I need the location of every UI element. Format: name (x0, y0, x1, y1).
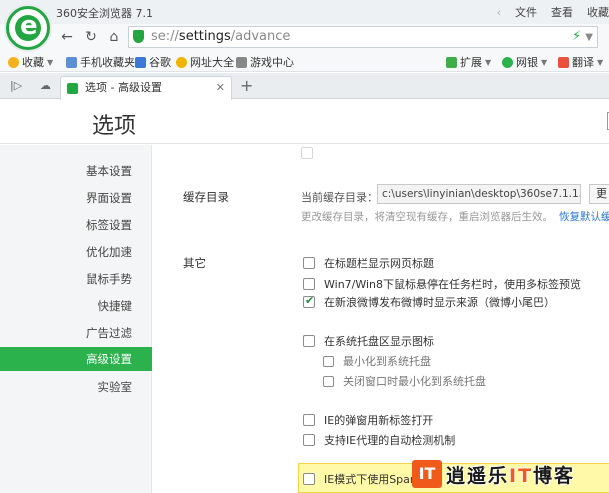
secure-shield-icon (133, 30, 144, 43)
address-bar[interactable]: se://settings/advance ⚡ ▼ (128, 26, 598, 48)
url-text: se://settings/advance (151, 29, 291, 44)
bank-shield-icon (502, 56, 513, 68)
settings-tab-favicon-icon (67, 83, 78, 94)
checkbox[interactable] (303, 473, 315, 485)
checkbox[interactable] (303, 414, 315, 426)
other-section-label: 其它 (183, 256, 206, 270)
option-ie-proxy-autodetect[interactable]: 支持IE代理的自动检测机制 (303, 432, 455, 448)
sidebar-item-advanced[interactable]: 高级设置 (0, 347, 152, 371)
blog-watermark: IT 逍遥乐IT博客 (412, 457, 575, 491)
checkbox[interactable] (303, 335, 315, 347)
speed-mode-icon[interactable]: ⚡ ▼ (572, 27, 593, 48)
settings-sidebar: 基本设置 界面设置 标签设置 优化加速 鼠标手势 快捷键 广告过滤 高级设置 实… (0, 145, 152, 493)
online-banking-button[interactable]: 网银 ▼ (502, 54, 547, 70)
web-directory-icon (176, 56, 187, 68)
option-show-page-title[interactable]: 在标题栏显示网页标题 (303, 255, 434, 271)
tab-strip: |▷ ☁ 选项 - 高级设置 ✕ + (0, 73, 609, 100)
extensions-button[interactable]: 扩展 ▼ (446, 54, 491, 70)
navigation-bar: ← ↻ ⌂ se://settings/advance ⚡ ▼ (0, 24, 609, 50)
option-weibo-source[interactable]: 在新浪微博发布微博时显示来源（微博小尾巴） (303, 294, 555, 310)
settings-header: 选项 (0, 100, 609, 144)
sidebar-item-basic[interactable]: 基本设置 (0, 159, 152, 183)
sidebar-item-ad-filter[interactable]: 广告过滤 (0, 321, 152, 345)
top-menu: ‹ 文件 查看 收藏 (483, 0, 609, 24)
address-dropdown-icon[interactable]: ▼ (585, 32, 593, 43)
scrolled-option-partial (301, 147, 322, 159)
sidebar-item-acceleration[interactable]: 优化加速 (0, 240, 152, 264)
option-minimize-to-tray[interactable]: 最小化到系统托盘 (323, 353, 431, 369)
sidebar-item-interface[interactable]: 界面设置 (0, 186, 152, 210)
back-arrow-icon[interactable]: ← (56, 26, 78, 48)
checkbox[interactable] (303, 257, 315, 269)
tab-close-icon[interactable]: ✕ (216, 77, 225, 99)
sidebar-item-lab[interactable]: 实验室 (0, 375, 152, 399)
option-tray-icon[interactable]: 在系统托盘区显示图标 (303, 333, 434, 349)
browser-logo-icon (6, 6, 50, 50)
checkbox-checked[interactable] (303, 294, 315, 308)
title-bar: 360安全浏览器 7.1 ‹ 文件 查看 收藏 (0, 0, 609, 24)
settings-content: 缓存目录 当前缓存目录： c:\users\linyinian\desktop\… (153, 145, 609, 493)
menu-view[interactable]: 查看 (551, 4, 573, 20)
bookmark-web-directory[interactable]: 网址大全 (176, 54, 234, 70)
option-close-to-tray[interactable]: 关闭窗口时最小化到系统托盘 (323, 373, 486, 389)
sidebar-item-mouse-gestures[interactable]: 鼠标手势 (0, 267, 152, 291)
google-icon (135, 56, 146, 68)
checkbox[interactable] (323, 355, 334, 367)
menu-file[interactable]: 文件 (515, 4, 537, 20)
phone-icon (66, 56, 77, 68)
new-tab-plus-icon[interactable]: + (240, 76, 253, 95)
option-ie-popup-new-tab[interactable]: IE的弹窗用新标签打开 (303, 412, 433, 428)
refresh-icon[interactable]: ↻ (80, 26, 102, 48)
sidebar-toggle-icon[interactable]: |▷ (10, 79, 22, 92)
translate-icon (558, 56, 569, 68)
tab-settings-advanced[interactable]: 选项 - 高级设置 ✕ (60, 76, 232, 100)
watermark-badge: IT (412, 460, 442, 488)
menu-favorites[interactable]: 收藏 (587, 4, 609, 20)
watermark-text: 逍遥乐IT博客 (446, 464, 576, 487)
cloud-icon[interactable]: ☁ (40, 79, 51, 92)
checkbox[interactable] (303, 278, 315, 290)
star-icon (8, 56, 19, 68)
home-icon[interactable]: ⌂ (103, 26, 125, 48)
page-title: 选项 (92, 114, 137, 139)
bookmark-mobile[interactable]: 手机收藏夹 (66, 54, 135, 70)
bookmark-favorites[interactable]: 收藏 ▼ (8, 54, 53, 70)
option-ie-mode-spartan[interactable]: IE模式下使用Spart (303, 471, 419, 487)
extensions-icon (446, 56, 457, 68)
cache-note: 更改缓存目录，将清空现有缓存，重启浏览器后生效。 恢复默认缓 (301, 209, 609, 224)
bookmark-game-center[interactable]: 游戏中心 (236, 54, 294, 70)
cache-path-field[interactable]: c:\users\linyinian\desktop\360se7.1.1.80… (377, 184, 581, 204)
window-title: 360安全浏览器 7.1 (56, 7, 153, 20)
change-cache-button[interactable]: 更 (589, 184, 609, 204)
sidebar-item-tabs[interactable]: 标签设置 (0, 213, 152, 237)
bookmark-google[interactable]: 谷歌 (135, 54, 171, 70)
sidebar-item-shortcuts[interactable]: 快捷键 (0, 294, 152, 318)
checkbox[interactable] (303, 434, 315, 446)
option-taskbar-preview[interactable]: Win7/Win8下鼠标悬停在任务栏时，使用多标签预览 (303, 276, 581, 292)
restore-default-cache-link[interactable]: 恢复默认缓 (559, 211, 609, 223)
current-cache-label: 当前缓存目录： (301, 191, 378, 204)
cache-section-label: 缓存目录 (183, 190, 229, 204)
gamepad-icon (236, 56, 247, 68)
menu-chevron-icon[interactable]: ‹ (497, 6, 501, 19)
translate-button[interactable]: 翻译 ▼ (558, 54, 603, 70)
bookmarks-bar: 收藏 ▼ 手机收藏夹 谷歌 网址大全 游戏中心 扩展 ▼ 网银 ▼ 翻译 ▼ (0, 50, 609, 72)
checkbox[interactable] (323, 375, 334, 387)
